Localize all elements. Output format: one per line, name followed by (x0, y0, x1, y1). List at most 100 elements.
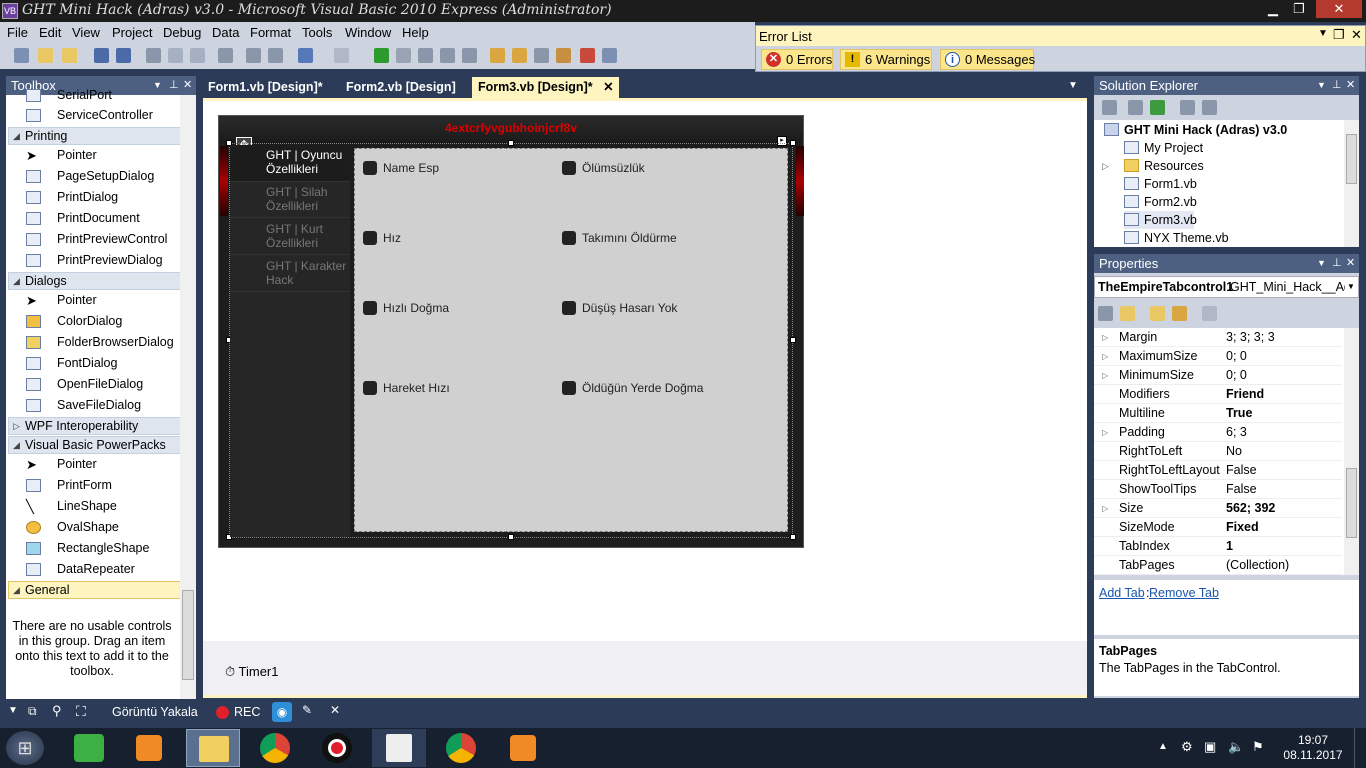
start-page-icon[interactable] (580, 48, 595, 63)
property-value[interactable]: Friend (1226, 385, 1264, 404)
property-value[interactable]: 0; 0 (1226, 347, 1247, 366)
messages-filter-button[interactable]: i 0 Messages (940, 49, 1035, 70)
save-icon[interactable] (94, 48, 109, 63)
pin-icon[interactable]: ⊥ (1332, 254, 1342, 273)
menu-file[interactable]: File (7, 25, 28, 40)
rec-label[interactable]: REC (234, 705, 260, 719)
taskbar-app[interactable] (122, 729, 176, 767)
property-row[interactable]: ▷ MinimumSize 0; 0 (1094, 366, 1342, 385)
dropdown-icon[interactable]: ▼ (1068, 80, 1078, 91)
extension-manager-icon[interactable] (602, 48, 617, 63)
toolbox-icon[interactable] (534, 48, 549, 63)
volume-icon[interactable]: 🔈 (1228, 739, 1244, 755)
errors-filter-button[interactable]: ✕ 0 Errors (761, 49, 833, 70)
property-row[interactable]: ShowToolTips False (1094, 480, 1342, 499)
menu-view[interactable]: View (72, 25, 100, 40)
property-row[interactable]: ▷ Margin 3; 3; 3; 3 (1094, 328, 1342, 347)
object-selector[interactable]: TheEmpireTabcontrol1 GHT_Mini_Hack__Adr … (1094, 276, 1359, 298)
checkbox-hizli-dogma[interactable]: Hızlı Doğma (363, 300, 449, 318)
property-grid-scrollbar[interactable] (1344, 328, 1359, 575)
add-tab-link[interactable]: Add Tab (1099, 586, 1145, 600)
resize-handle[interactable] (790, 140, 796, 146)
capture-label[interactable]: Görüntü Yakala (112, 705, 198, 719)
toolbox-item[interactable]: SerialPort (6, 85, 181, 106)
taskbar-app[interactable] (372, 729, 426, 767)
taskbar-app[interactable] (496, 729, 550, 767)
property-row[interactable]: ▷ Size 562; 392 (1094, 499, 1342, 518)
resize-handle[interactable] (790, 337, 796, 343)
tab-form3-design[interactable]: Form3.vb [Design]* ✕ (472, 77, 619, 98)
alphabetical-icon[interactable] (1120, 306, 1135, 321)
save-all-icon[interactable] (116, 48, 131, 63)
property-value[interactable]: (Collection) (1226, 556, 1289, 575)
tray-app-icon[interactable]: ⚙ (1181, 739, 1193, 755)
copy-icon[interactable] (168, 48, 183, 63)
property-value[interactable]: False (1226, 480, 1257, 499)
close-icon[interactable]: ✕ (183, 76, 192, 95)
toolbox-item[interactable]: ➤ Pointer (6, 290, 181, 311)
properties-icon[interactable] (1102, 100, 1117, 115)
property-row[interactable]: RightToLeft No (1094, 442, 1342, 461)
remove-tab-link[interactable]: Remove Tab (1149, 586, 1219, 600)
flag-icon[interactable]: ⚑ (1252, 739, 1264, 755)
toolbox-group-printing[interactable]: ◢ Printing (8, 127, 183, 145)
toolbox-item[interactable]: OvalShape (6, 517, 181, 538)
show-desktop-button[interactable] (1354, 728, 1366, 768)
scroll-thumb[interactable] (182, 590, 194, 680)
toolbox-item[interactable]: ➤ Pointer (6, 454, 181, 475)
close-icon[interactable]: ✕ (1346, 254, 1355, 273)
toolbox-item[interactable]: PrintDialog (6, 187, 181, 208)
taskbar-clock[interactable]: 19:07 08.11.2017 (1283, 733, 1343, 763)
minimize-button[interactable]: ▁ (1262, 0, 1284, 18)
step-out-icon[interactable] (462, 48, 477, 63)
property-value[interactable]: 6; 3 (1226, 423, 1247, 442)
expand-arrow-icon[interactable]: ▷ (1102, 366, 1108, 385)
tab-karakter[interactable]: GHT | Karakter Hack (230, 256, 350, 292)
tab-silah[interactable]: GHT | Silah Özellikleri (230, 182, 350, 218)
warnings-filter-button[interactable]: ! 6 Warnings (840, 49, 932, 70)
uncomment-icon[interactable] (268, 48, 283, 63)
property-row[interactable]: Multiline True (1094, 404, 1342, 423)
taskbar-app[interactable] (248, 729, 302, 767)
menu-project[interactable]: Project (112, 25, 152, 40)
property-value[interactable]: False (1226, 461, 1257, 480)
expand-arrow-icon[interactable]: ▷ (1102, 328, 1108, 347)
toolbox-item[interactable]: ╲ LineShape (6, 496, 181, 517)
property-value[interactable]: Fixed (1226, 518, 1259, 537)
toolbox-scrollbar[interactable] (180, 95, 196, 699)
refresh-icon[interactable] (1150, 100, 1165, 115)
cut-icon[interactable] (146, 48, 161, 63)
taskbar-app[interactable] (310, 729, 364, 767)
find-icon[interactable] (218, 48, 233, 63)
toolbox-group-dialogs[interactable]: ◢ Dialogs (8, 272, 183, 290)
toolbox-item[interactable]: OpenFileDialog (6, 374, 181, 395)
property-row[interactable]: SizeMode Fixed (1094, 518, 1342, 537)
toolbox-item[interactable]: PrintPreviewControl (6, 229, 181, 250)
window-capture-icon[interactable]: ⧉ (28, 704, 37, 719)
open-project-icon[interactable] (62, 48, 77, 63)
timer1-component[interactable]: ⏱ Timer1 (225, 664, 279, 680)
show-all-files-icon[interactable] (1128, 100, 1143, 115)
new-project-icon[interactable] (14, 48, 29, 63)
properties-view-icon[interactable] (1150, 306, 1165, 321)
toolbox-item[interactable]: ➤ Pointer (6, 145, 181, 166)
toolbox-item[interactable]: PageSetupDialog (6, 166, 181, 187)
tab-oyuncu[interactable]: GHT | Oyuncu Özellikleri (230, 145, 350, 182)
checkbox-dusus-hasari[interactable]: Düşüş Hasarı Yok (562, 300, 677, 318)
categorized-icon[interactable] (1098, 306, 1113, 321)
view-designer-icon[interactable] (1202, 100, 1217, 115)
events-icon[interactable] (1172, 306, 1187, 321)
chevron-down-icon[interactable]: ▼ (1347, 277, 1355, 297)
taskbar-app[interactable] (62, 729, 116, 767)
toolbox-item[interactable]: PrintDocument (6, 208, 181, 229)
menu-tools[interactable]: Tools (302, 25, 332, 40)
property-row[interactable]: TabIndex 1 (1094, 537, 1342, 556)
maximize-button[interactable]: ❐ (1288, 0, 1310, 18)
expand-arrow-icon[interactable]: ▷ (1102, 157, 1109, 175)
scroll-thumb[interactable] (1346, 134, 1357, 184)
toolbox-item[interactable]: RectangleShape (6, 538, 181, 559)
camera-icon[interactable]: ◉ (272, 702, 292, 722)
redo-icon[interactable] (334, 48, 349, 63)
object-browser-icon[interactable] (556, 48, 571, 63)
property-value[interactable]: 3; 3; 3; 3 (1226, 328, 1275, 347)
